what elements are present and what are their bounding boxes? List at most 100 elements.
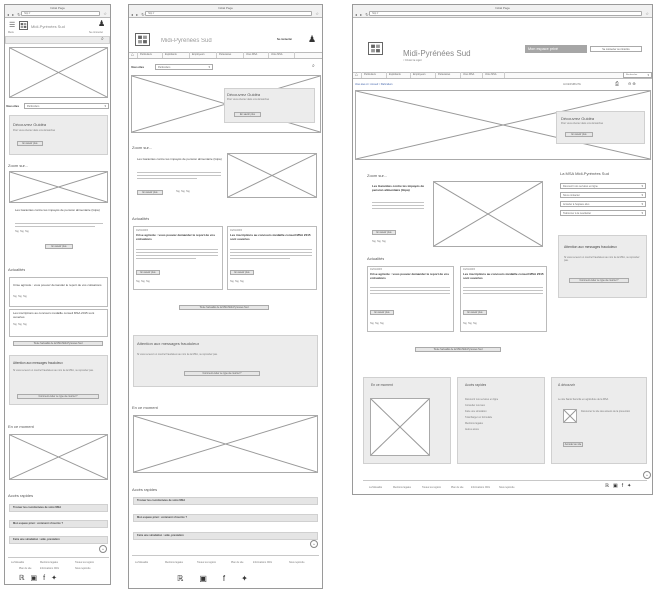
quick-col-item-4[interactable]: Télécharger un formulaire	[465, 416, 492, 419]
zoom-article-title[interactable]: Les Garanties contre les impayés de pens…	[372, 185, 426, 192]
site-logo[interactable]	[135, 33, 150, 46]
warning-button[interactable]: Comment éviter ce type de courriel ?	[184, 371, 260, 376]
quick-col-item-2[interactable]: Consulter nos taux	[465, 404, 485, 407]
tab-particuliers[interactable]: Particuliers	[362, 72, 387, 78]
footer-link-3[interactable]: Toutes les régions	[197, 561, 216, 564]
my-space-label[interactable]: Mon espace privé	[525, 45, 587, 53]
profile-select[interactable]: Particuliers	[155, 64, 213, 70]
news-all-button[interactable]: Toute l'actualité de la MSA Midi-Pyrénée…	[415, 347, 501, 352]
msa-option-2[interactable]: Nous contacter	[560, 192, 646, 198]
footer-link-2[interactable]: Mentions légales	[393, 486, 411, 489]
footer-link-5[interactable]: Informations CNIL	[253, 561, 272, 564]
facebook-icon[interactable]: f	[223, 574, 241, 583]
footer-link-4[interactable]: Plan du site	[19, 567, 32, 570]
news-item-2-button[interactable]: En savoir plus	[230, 270, 254, 275]
msa-option-1[interactable]: Découvrir nos services en ligne	[560, 183, 646, 189]
url-bar[interactable]: http://	[145, 11, 312, 16]
quick-col-item-1[interactable]: Découvrir nos services en ligne	[465, 398, 498, 401]
quick-item-2[interactable]: Mon espace privé : comment s'inscrire ?	[133, 514, 318, 522]
quick-col-item-5[interactable]: Mentions légales	[465, 422, 483, 425]
login-link[interactable]: Se connecter	[277, 38, 292, 41]
footer-link-6[interactable]: Nous rejoindre	[75, 567, 91, 570]
news-item-2-title[interactable]: Les inscriptions au concours médaille co…	[463, 273, 545, 280]
breadcrumb[interactable]: Vous êtes ici : Accueil > Particuliers	[355, 83, 393, 86]
search-icon[interactable]: ⌕	[101, 36, 104, 42]
footer-link-1[interactable]: La Mutualité	[11, 561, 24, 564]
footer-link-2[interactable]: Mentions légales	[40, 561, 58, 564]
browser-nav-icons[interactable]: ◂ ▸ ↻	[131, 12, 146, 17]
news-item-1-title[interactable]: Crise agricole : vous pouvez demander le…	[136, 234, 220, 241]
tab-votre-msa[interactable]: Votre MSA	[269, 52, 295, 58]
news-item-1-title[interactable]: Crise agricole : vous pouvez demander le…	[370, 273, 452, 280]
url-bar[interactable]: http://	[369, 11, 642, 16]
footer-link-6[interactable]: Nous rejoindre	[499, 486, 515, 489]
home-icon[interactable]: ⌂	[129, 52, 138, 58]
discover-button[interactable]: Accéder au site	[563, 442, 583, 447]
social-icons[interactable]: ℝ▣f✦	[19, 574, 63, 582]
rss-icon[interactable]: ℝ	[605, 483, 613, 489]
search-icon[interactable]: ⌕	[312, 63, 315, 69]
tab-partenaires[interactable]: Partenaires	[217, 52, 244, 58]
footer-link-5[interactable]: Informations CNIL	[40, 567, 59, 570]
user-icon[interactable]: ♟	[308, 34, 316, 45]
zoom-tags[interactable]: Tag Tag Tag	[372, 241, 386, 243]
news-item-2-tags[interactable]: Tag Tag Tag	[230, 281, 244, 283]
footer-link-1[interactable]: La Mutualité	[369, 486, 382, 489]
scroll-top-button[interactable]: ^	[643, 471, 651, 479]
msa-option-4[interactable]: S'abonner à la newsletter	[560, 210, 646, 216]
footer-link-4[interactable]: Plan du site	[231, 561, 244, 564]
bookmark-icon[interactable]: ☆	[103, 11, 107, 16]
news-item-1-tags[interactable]: Tag Tag Tag	[13, 296, 27, 298]
scroll-top-button[interactable]: ^	[99, 545, 107, 553]
news-item-2-tags[interactable]: Tag Tag Tag	[13, 324, 27, 326]
bookmark-icon[interactable]: ☆	[315, 11, 319, 16]
footer-link-5[interactable]: Informations CNIL	[471, 486, 490, 489]
zoom-tags[interactable]: Tag Tag Tag	[15, 231, 29, 233]
news-item-2-tags[interactable]: Tag Tag Tag	[463, 323, 477, 325]
user-icon[interactable]: ♟	[98, 19, 105, 28]
news-item-1-tags[interactable]: Tag Tag Tag	[136, 281, 150, 283]
youtube-icon[interactable]: ▣	[31, 575, 44, 582]
footer-link-6[interactable]: Nous rejoindre	[289, 561, 305, 564]
news-item-2-title[interactable]: Les inscriptions au concours médaille co…	[230, 234, 314, 241]
profile-select[interactable]: Particuliers	[24, 103, 109, 109]
zoom-tags[interactable]: Tag Tag Tag	[176, 191, 190, 193]
news-item-2-button[interactable]: En savoir plus	[463, 310, 487, 315]
zoom-article-title[interactable]: Les Garanties contre les impayés de pens…	[15, 209, 105, 213]
home-icon[interactable]: ⌂	[353, 72, 362, 78]
search-bar[interactable]	[5, 36, 110, 44]
login-button[interactable]: Se connecter ou s'inscrire	[590, 46, 642, 52]
tab-votre-msa[interactable]: Votre MSA	[483, 72, 505, 78]
quick-col-item-3[interactable]: Faire une simulation	[465, 410, 487, 413]
news-all-button[interactable]: Toute l'actualité de la MSA Midi-Pyrénée…	[179, 305, 269, 310]
social-icons[interactable]: ℝ▣f✦	[177, 574, 264, 583]
url-bar[interactable]: http://	[21, 11, 100, 16]
accessibility-link[interactable]: ACCESSIBILITÉ	[563, 83, 581, 86]
guide-button[interactable]: En savoir plus	[17, 141, 43, 146]
twitter-icon[interactable]: ✦	[627, 483, 635, 489]
facebook-icon[interactable]: f	[43, 575, 51, 582]
footer-link-4[interactable]: Plan du site	[451, 486, 464, 489]
news-item-2-title[interactable]: Les inscriptions au concours médaille co…	[13, 312, 105, 319]
footer-link-3[interactable]: Toutes les régions	[422, 486, 441, 489]
footer-link-3[interactable]: Toutes les régions	[75, 561, 94, 564]
tab-particuliers[interactable]: Particuliers	[138, 52, 163, 58]
zoom-article-title[interactable]: Les Garanties contre les impayés de pens…	[137, 158, 223, 162]
site-logo[interactable]	[19, 21, 28, 30]
quick-item-1[interactable]: Trouver les coordonnées de votre MSA	[9, 504, 108, 512]
print-icon[interactable]: ⎙	[615, 81, 619, 87]
tab-exploitants[interactable]: Exploitants	[387, 72, 411, 78]
youtube-icon[interactable]: ▣	[199, 574, 223, 583]
search-input[interactable]: Rechercher	[623, 72, 652, 78]
social-icons[interactable]: ℝ▣f✦	[605, 483, 635, 489]
quick-item-3[interactable]: Faire une simulation : aide, prestation	[133, 532, 318, 540]
zoom-button[interactable]: En savoir plus	[45, 244, 73, 249]
zoom-button[interactable]: En savoir plus	[372, 230, 396, 235]
tab-partenaires[interactable]: Partenaires	[436, 72, 461, 78]
tab-vous-msa[interactable]: Vous MSA	[244, 52, 269, 58]
rss-icon[interactable]: ℝ	[177, 574, 199, 583]
quick-item-3[interactable]: Faire une simulation : aide, prestation	[9, 536, 108, 544]
quick-item-2[interactable]: Mon espace privé : comment s'inscrire ?	[9, 520, 108, 528]
login-short[interactable]: Se connecter	[89, 31, 103, 34]
warning-button[interactable]: Comment éviter ce type de courriel ?	[17, 394, 99, 399]
